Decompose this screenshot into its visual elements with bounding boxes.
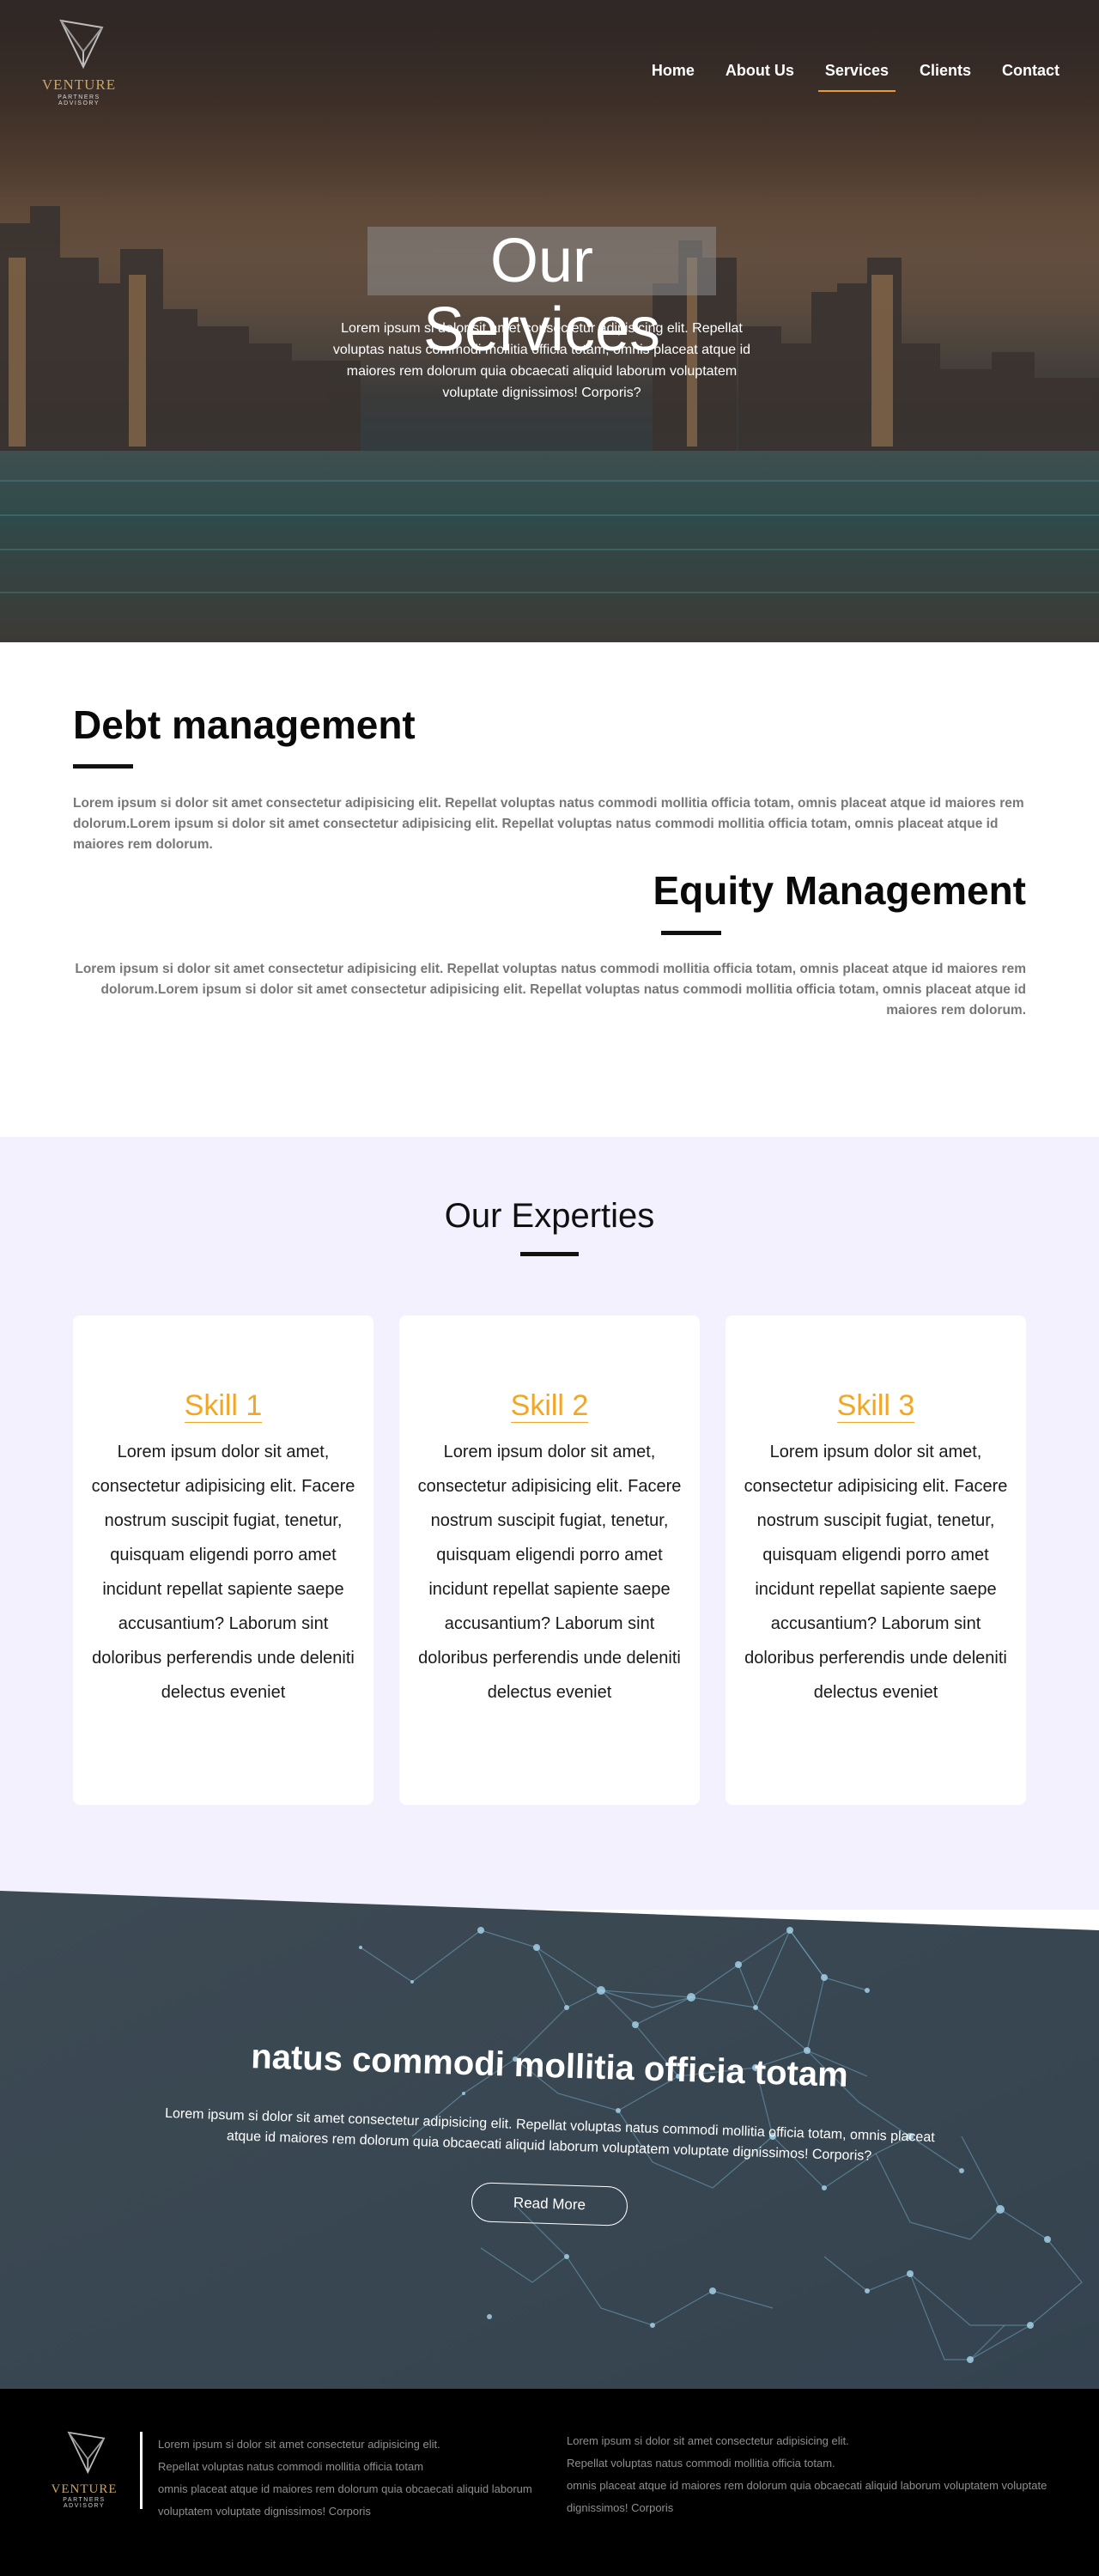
footer: VENTURE PARTNERS ADVISORY Lorem ipsum si… — [0, 2389, 1099, 2576]
read-more-button[interactable]: Read More — [471, 2182, 628, 2227]
footer-text-line: dignissimos! Corporis — [567, 2501, 674, 2514]
hero-description: Lorem ipsum si dolor sit amet consectetu… — [332, 321, 751, 400]
footer-text-line: Lorem ipsum si dolor sit amet consectetu… — [158, 2438, 440, 2451]
footer-text-line: Lorem ipsum si dolor sit amet consectetu… — [567, 2434, 849, 2447]
skill-card-title: Skill 1 — [184, 1389, 263, 1423]
nav-services[interactable]: Services — [817, 62, 896, 92]
equity-management-title: Equity Management — [653, 868, 1026, 913]
main-nav: Home About Us Services Clients Contact — [621, 62, 1060, 92]
footer-logo[interactable]: VENTURE PARTNERS ADVISORY — [48, 2428, 120, 2509]
footer-brand-name: VENTURE — [51, 2482, 118, 2496]
expertise-section: Our Experties Skill 1 Lorem ipsum dolor … — [0, 1137, 1099, 1910]
footer-tagline: PARTNERS ADVISORY — [63, 2497, 106, 2509]
expertise-underline — [520, 1252, 579, 1256]
hero-title: Our Services — [367, 227, 716, 364]
footer-column-2: Lorem ipsum si dolor sit amet consectetu… — [567, 2430, 1047, 2519]
debt-management-title: Debt management — [73, 702, 416, 747]
logo-tagline: PARTNERS ADVISORY — [58, 94, 100, 106]
footer-text-line: omnis placeat atque id maiores rem dolor… — [158, 2482, 532, 2495]
skill-card-text: Lorem ipsum dolor sit amet, consectetur … — [744, 1443, 1008, 1702]
footer-text-line: Repellat voluptas natus commodi mollitia… — [158, 2460, 424, 2473]
footer-column-1: Lorem ipsum si dolor sit amet consectetu… — [158, 2433, 532, 2523]
footer-text-line: voluptatem voluptate dignissimos! Corpor… — [158, 2505, 371, 2518]
logo-mark-icon — [67, 2431, 106, 2475]
equity-management-text: Lorem ipsum si dolor sit amet consectetu… — [75, 962, 1026, 1018]
skill-card-title: Skill 2 — [510, 1389, 589, 1423]
logo-brand-name: VENTURE — [41, 76, 117, 93]
logo-mark-icon — [59, 19, 104, 70]
footer-divider — [140, 2432, 143, 2509]
debt-management-text: Lorem ipsum si dolor sit amet consectetu… — [73, 796, 1024, 852]
footer-text-line: Repellat voluptas natus commodi mollitia… — [567, 2457, 835, 2470]
nav-contact[interactable]: Contact — [1002, 62, 1060, 92]
equity-management-underline — [661, 931, 721, 935]
nav-home[interactable]: Home — [652, 62, 695, 92]
debt-management-underline — [73, 764, 133, 769]
expertise-title: Our Experties — [444, 1197, 655, 1235]
skill-card-2: Skill 2 Lorem ipsum dolor sit amet, cons… — [399, 1315, 700, 1805]
skill-card-text: Lorem ipsum dolor sit amet, consectetur … — [91, 1443, 355, 1702]
skill-card-title: Skill 3 — [836, 1389, 915, 1423]
footer-text-line: omnis placeat atque id maiores rem dolor… — [567, 2479, 1047, 2492]
skill-card-1: Skill 1 Lorem ipsum dolor sit amet, cons… — [73, 1315, 373, 1805]
nav-about-us[interactable]: About Us — [726, 62, 794, 92]
network-cta-section: natus commodi mollitia officia totam Lor… — [0, 1879, 1099, 2389]
skill-card-text: Lorem ipsum dolor sit amet, consectetur … — [417, 1443, 682, 1702]
hero-section: VENTURE PARTNERS ADVISORY Home About Us … — [0, 0, 1099, 642]
skill-card-3: Skill 3 Lorem ipsum dolor sit amet, cons… — [726, 1315, 1026, 1805]
header-logo[interactable]: VENTURE PARTNERS ADVISORY — [38, 17, 120, 106]
nav-clients[interactable]: Clients — [920, 62, 971, 92]
